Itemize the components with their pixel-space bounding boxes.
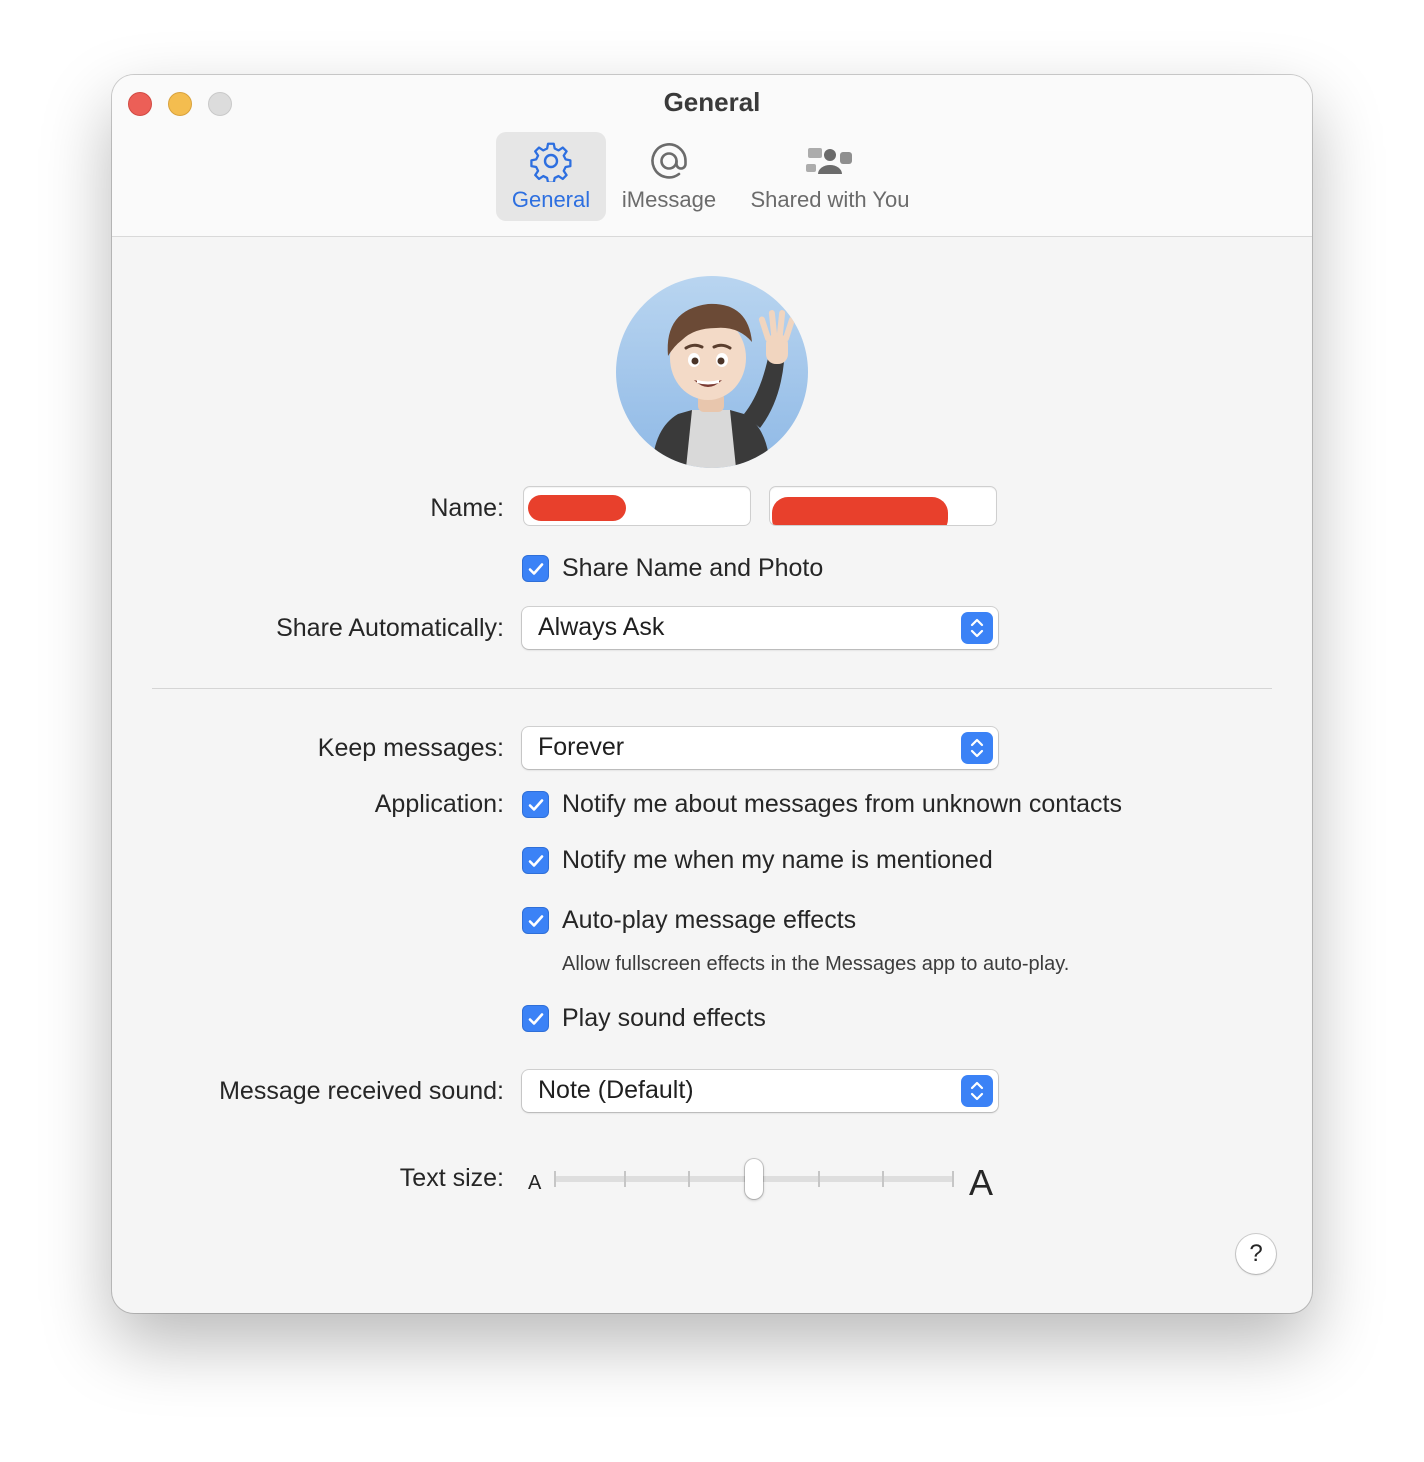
share-automatically-value: Always Ask — [538, 613, 665, 641]
titlebar: General General iMessage Shared with You — [112, 75, 1312, 237]
tab-general-label: General — [511, 187, 591, 212]
keep-messages-popup[interactable]: Forever — [522, 727, 998, 769]
slider-tick — [688, 1171, 690, 1187]
received-sound-value: Note (Default) — [538, 1076, 694, 1104]
notify-unknown-contacts-label: Notify me about messages from unknown co… — [562, 790, 1122, 818]
received-sound-label: Message received sound: — [219, 1077, 504, 1105]
notify-name-mentioned-label: Notify me when my name is mentioned — [562, 846, 993, 874]
first-name-field[interactable] — [523, 486, 751, 526]
checkmark-icon — [528, 854, 543, 867]
share-name-photo-label: Share Name and Photo — [562, 554, 824, 582]
notify-unknown-contacts-checkbox[interactable] — [522, 791, 549, 818]
share-automatically-popup[interactable]: Always Ask — [522, 607, 998, 649]
slider-tick — [818, 1171, 820, 1187]
received-sound-popup[interactable]: Note (Default) — [522, 1070, 998, 1112]
checkmark-icon — [528, 562, 543, 575]
redaction-mark — [772, 497, 948, 525]
slider-tick — [624, 1171, 626, 1187]
tab-imessage-label: iMessage — [621, 187, 717, 212]
chevron-updown-icon — [961, 1075, 993, 1107]
text-size-label: Text size: — [399, 1164, 504, 1192]
notify-name-mentioned-checkbox[interactable] — [522, 847, 549, 874]
play-sound-effects-checkbox[interactable] — [522, 1005, 549, 1032]
section-divider — [152, 688, 1272, 689]
autoplay-effects-checkbox[interactable] — [522, 907, 549, 934]
checkmark-icon — [528, 798, 543, 811]
share-automatically-label: Share Automatically: — [276, 614, 504, 642]
chevron-updown-icon — [961, 612, 993, 644]
messages-settings-window: General General iMessage Shared with You… — [112, 75, 1312, 1313]
slider-tick — [882, 1171, 884, 1187]
checkmark-icon — [528, 914, 543, 927]
shared-people-icon — [736, 140, 924, 182]
keep-messages-label: Keep messages: — [317, 734, 504, 762]
text-size-small-label: A — [528, 1172, 542, 1194]
redaction-mark — [528, 495, 626, 521]
tab-shared-with-you[interactable]: Shared with You — [736, 132, 924, 221]
name-label: Name: — [430, 494, 504, 522]
memoji-image — [652, 303, 796, 468]
share-name-photo-checkbox[interactable] — [522, 555, 549, 582]
tab-imessage[interactable]: iMessage — [612, 132, 726, 221]
autoplay-hint: Allow fullscreen effects in the Messages… — [562, 953, 1070, 975]
help-button[interactable]: ? — [1236, 1234, 1276, 1274]
slider-tick — [952, 1171, 954, 1187]
gear-icon — [496, 140, 606, 182]
play-sound-effects-label: Play sound effects — [562, 1004, 766, 1032]
chevron-updown-icon — [961, 732, 993, 764]
at-sign-icon — [612, 140, 726, 182]
text-size-large-label: A — [969, 1162, 994, 1203]
keep-messages-value: Forever — [538, 733, 625, 761]
checkmark-icon — [528, 1012, 543, 1025]
tab-shared-with-you-label: Shared with You — [750, 187, 910, 212]
application-label: Application: — [374, 790, 504, 818]
window-title: General — [663, 87, 761, 117]
last-name-field[interactable] — [769, 486, 997, 526]
profile-avatar[interactable] — [616, 276, 808, 468]
slider-tick — [554, 1171, 556, 1187]
tab-general[interactable]: General — [496, 132, 606, 221]
text-size-slider-knob[interactable] — [745, 1159, 763, 1199]
autoplay-effects-label: Auto-play message effects — [562, 906, 857, 934]
